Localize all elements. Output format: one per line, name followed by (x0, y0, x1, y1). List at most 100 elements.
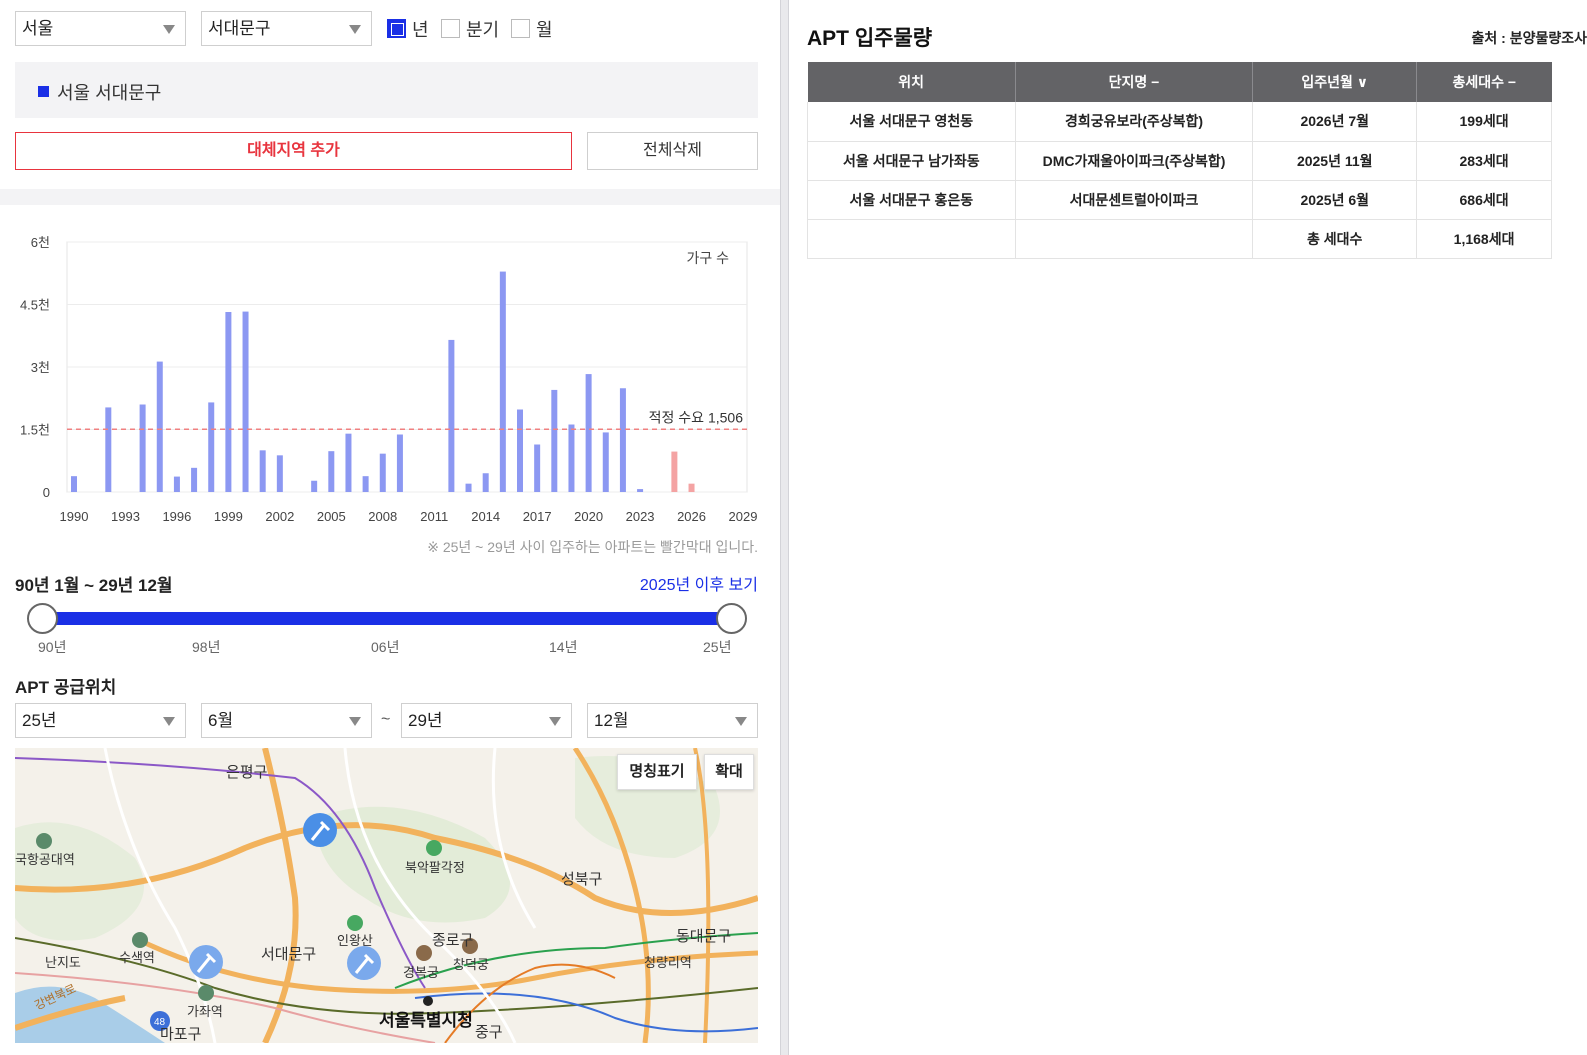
x-tick-label: 1993 (111, 509, 140, 524)
legend-square-icon (38, 86, 49, 97)
map-labels-button[interactable]: 명칭표기 (617, 754, 697, 790)
range-slider-end-handle[interactable] (716, 603, 747, 634)
period-year-checkbox[interactable] (387, 19, 406, 38)
station-icon (198, 985, 214, 1001)
map-label: 난지도 (45, 955, 81, 970)
cell-units: 283세대 (1416, 141, 1552, 181)
chart-bar (139, 404, 146, 492)
table-row[interactable]: 서울 서대문구 남가좌동 DMC가재울아이파크(주상복합) 2025년 11월 … (807, 141, 1552, 181)
chart-bar (379, 453, 386, 492)
district-select[interactable]: 서대문구 (201, 11, 372, 46)
map-zoom-button[interactable]: 확대 (704, 754, 754, 790)
x-tick-label: 1990 (60, 509, 89, 524)
x-tick-label: 2026 (677, 509, 706, 524)
x-tick-label: 2014 (471, 509, 500, 524)
cell-location: 서울 서대문구 남가좌동 (807, 141, 1016, 181)
map-label: 서울특별시청 (379, 1010, 473, 1030)
period-month-label: 월 (536, 20, 553, 40)
apt-marker-icon[interactable] (347, 946, 381, 980)
map-label: 북악팔각정 (405, 860, 465, 875)
range-slider-start-handle[interactable] (27, 603, 58, 634)
district-select-value: 서대문구 (208, 19, 271, 38)
map-label: 48 (154, 1017, 166, 1028)
chart-bar (362, 476, 369, 492)
map-label: 인왕산 (337, 933, 373, 948)
map-canvas: 은평구 북악팔각정 성북구 국항공대역 인왕산 종로구 서대문구 동대문구 수색… (15, 748, 758, 1043)
range-tick: 90년 (38, 639, 67, 655)
chevron-down-icon (349, 717, 361, 726)
chart-bar (105, 407, 112, 492)
column-header-location[interactable]: 위치 (807, 62, 1016, 102)
chart-bar (619, 388, 626, 492)
supply-map[interactable]: 은평구 북악팔각정 성북구 국항공대역 인왕산 종로구 서대문구 동대문구 수색… (15, 748, 758, 1043)
range-tilde: ~ (381, 711, 391, 728)
empty-cell (807, 219, 1016, 259)
right-panel: APT 입주물량 출처 : 분양물량조사 위치 단지명 − 입주년월 ∨ 총세대… (789, 0, 1587, 1055)
table-row[interactable]: 서울 서대문구 홍은동 서대문센트럴아이파크 2025년 6월 686세대 (807, 180, 1552, 220)
cell-location: 서울 서대문구 영천동 (807, 102, 1016, 142)
from-year-value: 25년 (22, 711, 57, 730)
map-label: 성북구 (561, 871, 602, 888)
chart-bar (191, 467, 198, 492)
chart-bar (156, 361, 163, 492)
cell-move-in: 2025년 11월 (1252, 141, 1418, 181)
total-value: 1,168세대 (1416, 219, 1552, 259)
map-label: 수색역 (119, 950, 155, 965)
map-label: 가좌역 (187, 1004, 223, 1019)
range-slider-track[interactable] (42, 612, 732, 625)
cell-units: 199세대 (1416, 102, 1552, 142)
map-label: 은평구 (226, 764, 267, 781)
x-tick-label: 2002 (265, 509, 294, 524)
column-header-units[interactable]: 총세대수 − (1416, 62, 1552, 102)
chart-bar (71, 476, 77, 492)
from-month-select[interactable]: 6월 (201, 703, 372, 738)
station-icon (36, 833, 52, 849)
period-quarter-checkbox[interactable] (441, 19, 460, 38)
chart-bar (517, 409, 523, 492)
apt-marker-icon[interactable] (303, 813, 337, 847)
map-label: 청량리역 (644, 955, 692, 970)
from-month-value: 6월 (208, 711, 234, 730)
panel-divider[interactable] (780, 0, 789, 1055)
range-tick: 14년 (549, 639, 578, 655)
city-select[interactable]: 서울 (15, 11, 186, 46)
to-month-value: 12월 (594, 711, 629, 730)
apt-volume-title: APT 입주물량 (807, 27, 933, 50)
chart-bar (671, 451, 678, 492)
supply-bar-chart: 0 1.5천 3천 4.5천 6천 1990 1993 1996 1999 2002 2005 200… (20, 235, 758, 524)
chart-bar (499, 271, 506, 492)
cell-units: 686세대 (1416, 180, 1552, 220)
x-tick-label: 2023 (626, 509, 655, 524)
apt-marker-icon[interactable] (189, 945, 223, 979)
chevron-down-icon (735, 717, 747, 726)
delete-all-button[interactable]: 전체삭제 (587, 132, 758, 170)
chart-bar (551, 389, 558, 492)
chart-bar (311, 480, 318, 492)
x-tick-label: 1999 (214, 509, 243, 524)
x-tick-label: 2020 (574, 509, 603, 524)
cell-move-in: 2025년 6월 (1252, 180, 1418, 220)
table-row[interactable]: 서울 서대문구 영천동 경희궁유보라(주상복합) 2026년 7월 199세대 (807, 102, 1552, 142)
period-year-label: 년 (412, 20, 429, 40)
period-month-checkbox[interactable] (511, 19, 530, 38)
section-divider (0, 189, 780, 205)
chart-bar (396, 434, 403, 492)
palace-icon (416, 945, 432, 961)
column-header-complex[interactable]: 단지명 − (1015, 62, 1254, 102)
map-label: 창덕궁 (453, 957, 489, 972)
after-2025-link[interactable]: 2025년 이후 보기 (640, 571, 758, 595)
empty-cell (1015, 219, 1254, 259)
chart-bar (276, 455, 283, 492)
column-header-move-in[interactable]: 입주년월 ∨ (1252, 62, 1418, 102)
add-region-button[interactable]: 대체지역 추가 (15, 132, 572, 170)
to-month-select[interactable]: 12월 (587, 703, 758, 738)
selected-region-box: 서울 서대문구 (15, 62, 758, 118)
mountain-icon (347, 915, 363, 931)
from-year-select[interactable]: 25년 (15, 703, 186, 738)
cell-location: 서울 서대문구 홍은동 (807, 180, 1016, 220)
x-tick-label: 2005 (317, 509, 346, 524)
chevron-down-icon (163, 717, 175, 726)
to-year-select[interactable]: 29년 (401, 703, 572, 738)
cell-move-in: 2026년 7월 (1252, 102, 1418, 142)
y-tick-label: 6천 (31, 235, 50, 250)
